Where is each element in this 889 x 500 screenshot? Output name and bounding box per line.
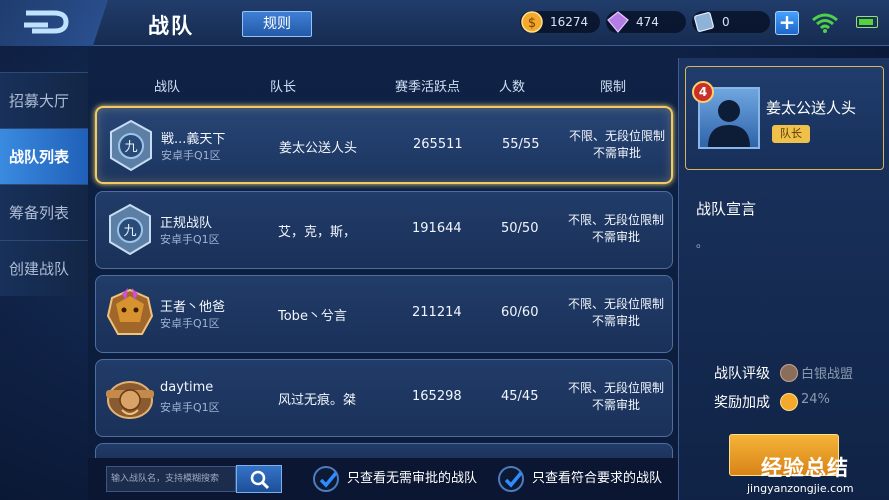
table-row[interactable]: daytime 安卓手Q1区 风过无痕。桀 165298 45/45 不限、无段… [95,359,673,437]
bottom-bar: 只查看无需审批的战队 只查看符合要求的战队 [88,458,680,500]
svg-text:九: 九 [124,140,137,155]
activity-points: 265511 [413,137,463,152]
coupon-amount: 0 [722,15,730,29]
team-server: 安卓手Q1区 [160,233,220,246]
nav-item-recruit-hall[interactable]: 招募大厅 [0,72,88,128]
gold-coin-icon: $ [521,11,543,33]
gold-amount: 16274 [550,15,589,29]
member-count: 60/60 [501,305,539,320]
limit-info: 不限、无段位限制 不需审批 [556,296,676,330]
captain-name: 姜太公送人头 [279,141,358,156]
silver-league-icon [780,364,798,382]
diamond-icon [607,11,629,33]
limit-approval: 不需审批 [591,398,640,412]
rating-label: 战队评级 [714,366,770,382]
nav-item-team-list[interactable]: 战队列表 [0,128,88,184]
member-count: 50/50 [501,221,539,236]
search-button[interactable] [236,465,282,493]
limit-approval: 不需审批 [592,146,641,160]
gold-counter: $ 16274 [520,11,600,33]
dragon-emblem-icon [106,288,154,335]
limit-rank: 不限、无段位限制 [568,129,665,143]
top-bar: 战队 规则 $ 16274 474 0 + [0,0,889,46]
team-name: 正规战队 [160,216,213,231]
rules-button[interactable]: 规则 [242,11,312,37]
checkbox-checked-icon [498,466,524,492]
back-arrow-icon [24,10,69,34]
captain-name: Tobe丶兮言 [278,309,347,324]
checkbox-checked-icon [313,466,339,492]
column-header-members: 人数 [499,80,526,95]
team-name: daytime [160,380,214,395]
rating-value: 白银战盟 [801,367,854,382]
left-nav: 招募大厅 战队列表 筹备列表 创建战队 [0,72,88,296]
limit-approval: 不需审批 [591,314,640,328]
watermark-text: 经验总结 [761,456,849,480]
coupon-icon [694,12,714,32]
limit-rank: 不限、无段位限制 [567,297,664,311]
member-count: 45/45 [501,389,539,404]
diamond-amount: 474 [636,15,659,29]
team-name: 戦...義天下 [161,132,226,147]
team-search-input[interactable] [106,466,236,492]
filter-meets-requirement-checkbox[interactable]: 只查看符合要求的战队 [498,466,662,492]
team-emblem-icon: 九 [109,203,151,256]
bonus-label: 奖励加成 [714,395,770,411]
table-row[interactable]: 九 戦...義天下 安卓手Q1区 姜太公送人头 265511 55/55 不限、… [95,106,673,184]
captain-name: 风过无痕。桀 [278,393,357,408]
column-header-limit: 限制 [600,80,627,95]
gold-coin-icon [780,393,798,411]
diamond-counter: 474 [606,11,686,33]
recharge-button[interactable]: + [775,11,799,35]
declaration-text: 。 [696,236,709,250]
activity-points: 211214 [412,305,462,320]
warrior-emblem-icon [106,381,154,419]
filter-no-approval-label: 只查看无需审批的战队 [347,471,478,486]
team-detail-panel: 4 姜太公送人头 队长 战队宣言 。 战队评级 白银战盟 奖励加成 24% [678,58,889,500]
svg-text:$: $ [528,16,536,31]
captain-name: 艾，克，斯， [278,225,357,240]
back-button[interactable] [0,0,108,46]
captain-card: 4 姜太公送人头 队长 [685,66,884,170]
bonus-value: 24% [801,392,830,407]
wifi-icon [812,13,838,33]
column-header-captain: 队长 [270,80,297,95]
search-icon [250,470,270,490]
limit-info: 不限、无段位限制 不需审批 [556,380,676,414]
team-server: 安卓手Q1区 [160,401,220,414]
activity-points: 191644 [412,221,462,236]
level-badge: 4 [692,81,714,103]
declaration-title: 战队宣言 [696,200,757,218]
limit-info: 不限、无段位限制 不需审批 [557,128,677,162]
activity-points: 165298 [412,389,462,404]
limit-info: 不限、无段位限制 不需审批 [556,212,676,246]
page-title: 战队 [148,14,194,38]
limit-rank: 不限、无段位限制 [567,213,664,227]
limit-rank: 不限、无段位限制 [567,381,664,395]
svg-text:九: 九 [123,224,136,239]
column-header-activity: 赛季活跃点 [395,80,461,95]
table-row[interactable]: 九 正规战队 安卓手Q1区 艾，克，斯， 191644 50/50 不限、无段位… [95,191,673,269]
watermark-overlay: 经验总结 jingyanzongjie.com [745,450,889,500]
team-emblem-icon: 九 [110,119,152,172]
table-row[interactable]: 王者丶他爸 安卓手Q1区 Tobe丶兮言 211214 60/60 不限、无段位… [95,275,673,353]
battery-icon [856,16,878,28]
team-server: 安卓手Q1区 [160,317,220,330]
watermark-url: jingyanzongjie.com [747,482,854,495]
column-header-team: 战队 [154,80,181,95]
team-server: 安卓手Q1区 [161,149,221,162]
team-list: 战队 队长 赛季活跃点 人数 限制 九 戦...義天下 安卓手Q1区 姜太公送人… [88,46,680,463]
role-badge: 队长 [772,125,810,143]
coupon-counter: 0 [692,11,770,33]
nav-item-create-team[interactable]: 创建战队 [0,240,88,296]
member-count: 55/55 [502,137,540,152]
filter-meets-requirement-label: 只查看符合要求的战队 [532,471,663,486]
panel-captain-name: 姜太公送人头 [766,99,857,117]
limit-approval: 不需审批 [591,230,640,244]
nav-item-prep-list[interactable]: 筹备列表 [0,184,88,240]
team-name: 王者丶他爸 [160,300,226,315]
filter-no-approval-checkbox[interactable]: 只查看无需审批的战队 [313,466,477,492]
